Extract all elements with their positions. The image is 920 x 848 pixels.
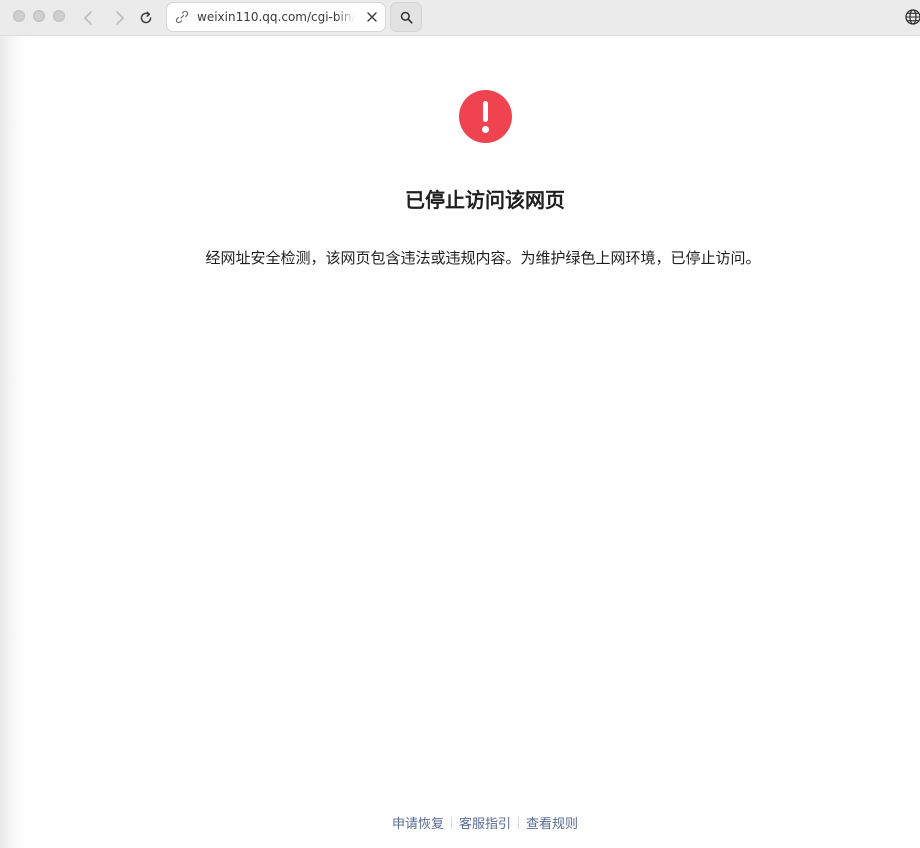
sidebar-edge-shadow: [0, 36, 26, 848]
minimize-window-button[interactable]: [33, 10, 45, 22]
support-guide-link[interactable]: 客服指引: [459, 817, 511, 832]
page-description: 经网址安全检测，该网页包含违法或违规内容。为维护绿色上网环境，已停止访问。: [205, 249, 761, 267]
chevron-left-icon: [84, 11, 92, 25]
url-text[interactable]: weixin110.qq.com/cgi-bin/m: [197, 3, 355, 31]
link-separator: [518, 817, 519, 829]
search-button[interactable]: [391, 3, 421, 31]
reload-icon: [140, 11, 152, 24]
browser-toolbar: weixin110.qq.com/cgi-bin/m: [0, 0, 920, 36]
forward-button[interactable]: [108, 6, 132, 30]
warning-icon: [459, 90, 512, 143]
reload-button[interactable]: [134, 6, 158, 30]
close-icon[interactable]: [365, 10, 379, 24]
browser-window: weixin110.qq.com/cgi-bin/m 已停止访问该网页 经网址安…: [0, 0, 920, 848]
exclamation-bar: [483, 101, 488, 122]
address-bar[interactable]: weixin110.qq.com/cgi-bin/m: [167, 3, 385, 31]
page-title: 已停止访问该网页: [405, 188, 565, 212]
globe-icon[interactable]: [904, 8, 920, 26]
view-rules-link[interactable]: 查看规则: [526, 817, 578, 832]
zoom-window-button[interactable]: [53, 10, 65, 22]
chevron-right-icon: [116, 11, 124, 25]
link-separator: [450, 817, 452, 829]
link-icon: [175, 10, 189, 24]
exclamation-dot: [482, 126, 489, 133]
search-icon: [400, 11, 413, 24]
close-window-button[interactable]: [13, 10, 25, 22]
footer-links: 申请恢复 客服指引 查看规则: [0, 813, 920, 832]
back-button[interactable]: [76, 6, 100, 30]
apply-restore-link[interactable]: 申请恢复: [392, 817, 444, 832]
